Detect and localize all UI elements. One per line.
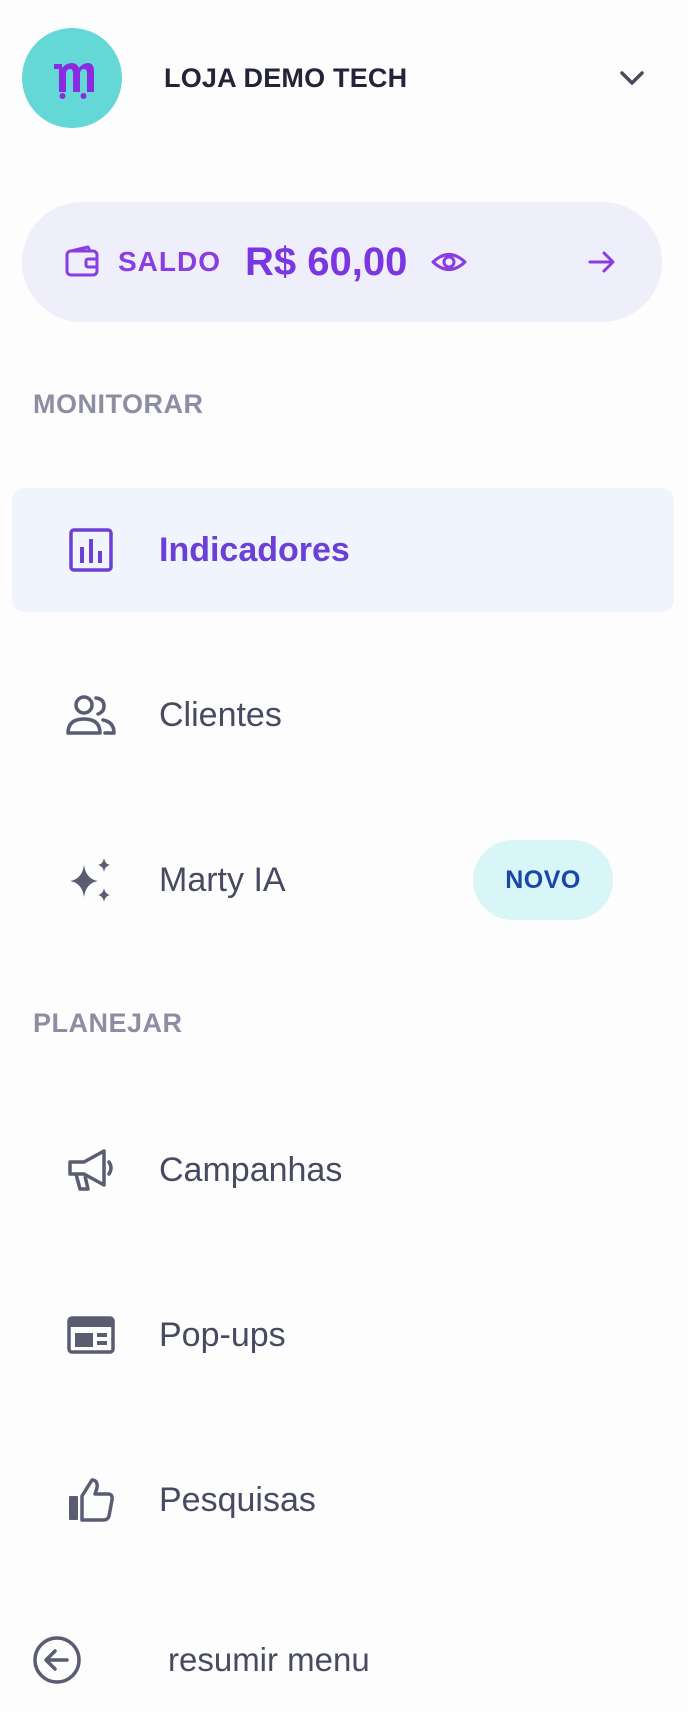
nav-label-campanhas: Campanhas <box>159 1150 343 1189</box>
avatar <box>22 28 122 128</box>
nav-item-clientes[interactable]: Clientes <box>12 653 674 777</box>
megaphone-icon <box>64 1143 118 1197</box>
users-icon <box>64 688 118 742</box>
nav-label-marty-ia: Marty IA <box>159 860 286 899</box>
wallet-icon <box>62 242 102 282</box>
sidebar: LOJA DEMO TECH SALDO R$ 60,00 MONITORAR … <box>0 0 688 1712</box>
new-badge: NOVO <box>473 840 613 920</box>
eye-icon[interactable] <box>429 242 469 282</box>
store-selector[interactable]: LOJA DEMO TECH <box>22 28 652 128</box>
collapse-menu-label: resumir menu <box>168 1641 370 1678</box>
bar-chart-icon <box>64 523 118 577</box>
arrow-left-circle-icon <box>30 1633 84 1687</box>
nav-item-marty-ia[interactable]: Marty IA NOVO <box>12 818 674 942</box>
nav-label-pop-ups: Pop-ups <box>159 1315 286 1354</box>
nav-item-indicadores[interactable]: Indicadores <box>12 488 674 612</box>
nav-label-pesquisas: Pesquisas <box>159 1480 316 1519</box>
nav-label-clientes: Clientes <box>159 695 282 734</box>
arrow-right-icon[interactable] <box>582 242 622 282</box>
balance-value: R$ 60,00 <box>245 239 408 284</box>
section-label-monitorar: MONITORAR <box>33 389 204 419</box>
nav-item-pop-ups[interactable]: Pop-ups <box>12 1273 674 1397</box>
thumbs-up-icon <box>64 1473 118 1527</box>
collapse-menu-button[interactable]: resumir menu <box>30 1630 370 1690</box>
balance-label: SALDO <box>118 246 221 277</box>
m-logo-icon <box>54 63 94 99</box>
balance-card[interactable]: SALDO R$ 60,00 <box>22 202 662 322</box>
nav-item-pesquisas[interactable]: Pesquisas <box>12 1438 674 1562</box>
nav-label-indicadores: Indicadores <box>159 530 350 569</box>
popup-layout-icon <box>64 1308 118 1362</box>
chevron-down-icon[interactable] <box>612 58 652 98</box>
store-name: LOJA DEMO TECH <box>164 62 408 93</box>
section-label-planejar: PLANEJAR <box>33 1008 183 1038</box>
nav-item-campanhas[interactable]: Campanhas <box>12 1108 674 1232</box>
sparkles-icon <box>64 853 118 907</box>
